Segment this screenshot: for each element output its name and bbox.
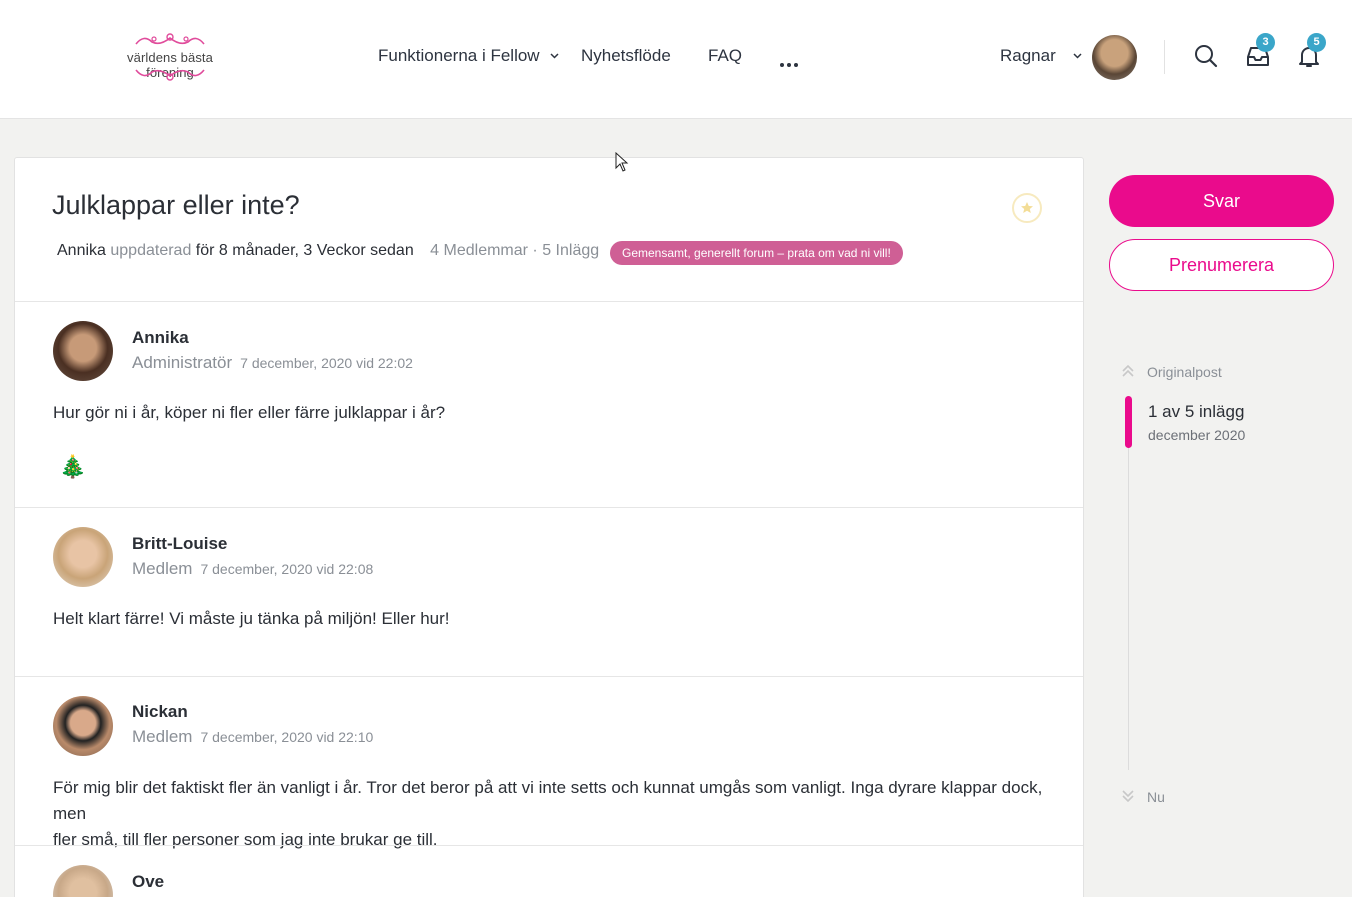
divider bbox=[15, 507, 1083, 508]
reply-button[interactable]: Svar bbox=[1109, 175, 1334, 227]
nav-item-faq[interactable]: FAQ bbox=[708, 46, 742, 66]
divider bbox=[15, 845, 1083, 846]
post-time[interactable]: 7 december, 2020 vid 22:08 bbox=[200, 561, 373, 577]
post-role-line: Medlem 7 december, 2020 vid 22:08 bbox=[132, 559, 373, 579]
post-time[interactable]: 7 december, 2020 vid 22:02 bbox=[240, 355, 413, 371]
inbox-count-badge: 3 bbox=[1256, 33, 1275, 52]
timeline-now[interactable]: Nu bbox=[1147, 789, 1165, 805]
post-role: Medlem bbox=[132, 727, 193, 746]
updated-word: uppdaterad bbox=[110, 242, 192, 259]
post-role-line: Medlem 7 december, 2020 vid 22:10 bbox=[132, 727, 373, 747]
post-text-line: För mig blir det faktiskt fler än vanlig… bbox=[53, 778, 1043, 823]
timeline-date: december 2020 bbox=[1148, 427, 1246, 443]
avatar[interactable] bbox=[53, 696, 113, 756]
nav-item-features[interactable]: Funktionerna i Fellow bbox=[378, 46, 559, 66]
user-menu[interactable]: Ragnar bbox=[1000, 46, 1082, 66]
post-text-line: fler små, till fler personer som jag int… bbox=[53, 830, 438, 849]
site-header: världens bästa förening Funktionerna i F… bbox=[0, 0, 1352, 119]
post-time[interactable]: 7 december, 2020 vid 22:10 bbox=[200, 729, 373, 745]
post-role: Administratör bbox=[132, 353, 233, 372]
timeline-original-post[interactable]: Originalpost bbox=[1147, 364, 1222, 380]
nav-item-newsfeed[interactable]: Nyhetsflöde bbox=[581, 46, 671, 66]
timeline-track[interactable] bbox=[1128, 447, 1129, 770]
notification-count-badge: 5 bbox=[1307, 33, 1326, 52]
double-chevron-down-icon[interactable] bbox=[1121, 789, 1135, 803]
post-text: För mig blir det faktiskt fler än vanlig… bbox=[53, 775, 1053, 853]
site-logo[interactable]: världens bästa förening bbox=[103, 32, 237, 84]
topic-title: Julklappar eller inte? bbox=[52, 190, 300, 220]
post-role: Medlem bbox=[132, 559, 193, 578]
user-name: Ragnar bbox=[1000, 46, 1056, 65]
header-divider bbox=[1164, 40, 1165, 74]
user-avatar[interactable] bbox=[1092, 35, 1137, 80]
mouse-cursor-icon bbox=[615, 152, 629, 172]
divider bbox=[15, 301, 1083, 302]
post-role-line: Administratör 7 december, 2020 vid 22:02 bbox=[132, 353, 413, 373]
logo-ornament-bottom bbox=[135, 69, 205, 81]
chevron-down-icon bbox=[1072, 53, 1082, 59]
more-menu-icon[interactable] bbox=[780, 54, 801, 72]
topic-card: Julklappar eller inte? Annika uppdaterad… bbox=[14, 157, 1084, 897]
tree-emoji: 🎄 bbox=[59, 454, 87, 479]
post-text: Helt klart färre! Vi måste ju tänka på m… bbox=[53, 609, 450, 628]
double-chevron-up-icon[interactable] bbox=[1121, 364, 1135, 378]
search-icon[interactable] bbox=[1194, 44, 1218, 68]
post-text: Hur gör ni i år, köper ni fler eller fär… bbox=[53, 403, 446, 422]
logo-ornament-top bbox=[135, 33, 205, 45]
nav-item-label: Funktionerna i Fellow bbox=[378, 46, 540, 65]
topic-author[interactable]: Annika bbox=[57, 242, 106, 259]
avatar[interactable] bbox=[53, 865, 113, 897]
avatar[interactable] bbox=[53, 527, 113, 587]
post-author[interactable]: Nickan bbox=[132, 702, 188, 722]
chevron-down-icon bbox=[550, 53, 559, 59]
subscribe-button[interactable]: Prenumerera bbox=[1109, 239, 1334, 291]
topic-stats: 4 Medlemmar · 5 Inlägg bbox=[430, 242, 600, 259]
timeline-position: 1 av 5 inlägg bbox=[1148, 402, 1245, 421]
favorite-button[interactable] bbox=[1012, 193, 1042, 223]
avatar[interactable] bbox=[53, 321, 113, 381]
topic-meta: Annika uppdaterad för 8 månader, 3 Vecko… bbox=[57, 242, 599, 260]
star-icon bbox=[1021, 202, 1033, 213]
updated-ago: för 8 månader, 3 Veckor sedan bbox=[195, 242, 414, 259]
post-author[interactable]: Britt-Louise bbox=[132, 534, 227, 554]
post-author[interactable]: Annika bbox=[132, 328, 189, 348]
divider bbox=[15, 676, 1083, 677]
post-author[interactable]: Ove bbox=[132, 872, 164, 892]
forum-tag[interactable]: Gemensamt, generellt forum – prata om va… bbox=[610, 241, 903, 265]
timeline-handle[interactable] bbox=[1125, 396, 1132, 448]
